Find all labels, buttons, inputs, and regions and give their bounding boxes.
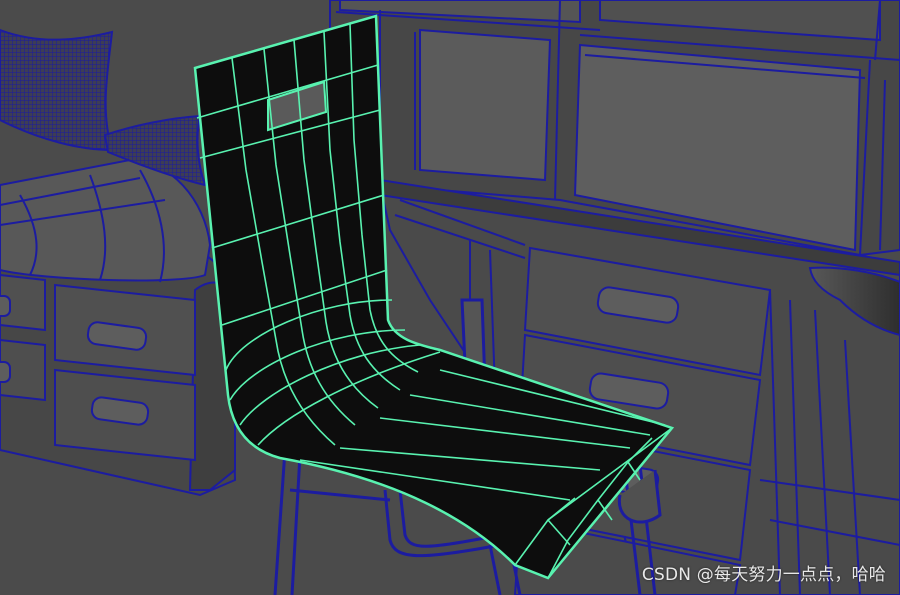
- watermark: CSDN @每天努力一点点，哈哈: [641, 565, 886, 585]
- 3d-viewport[interactable]: CSDN @每天努力一点点，哈哈: [0, 0, 900, 595]
